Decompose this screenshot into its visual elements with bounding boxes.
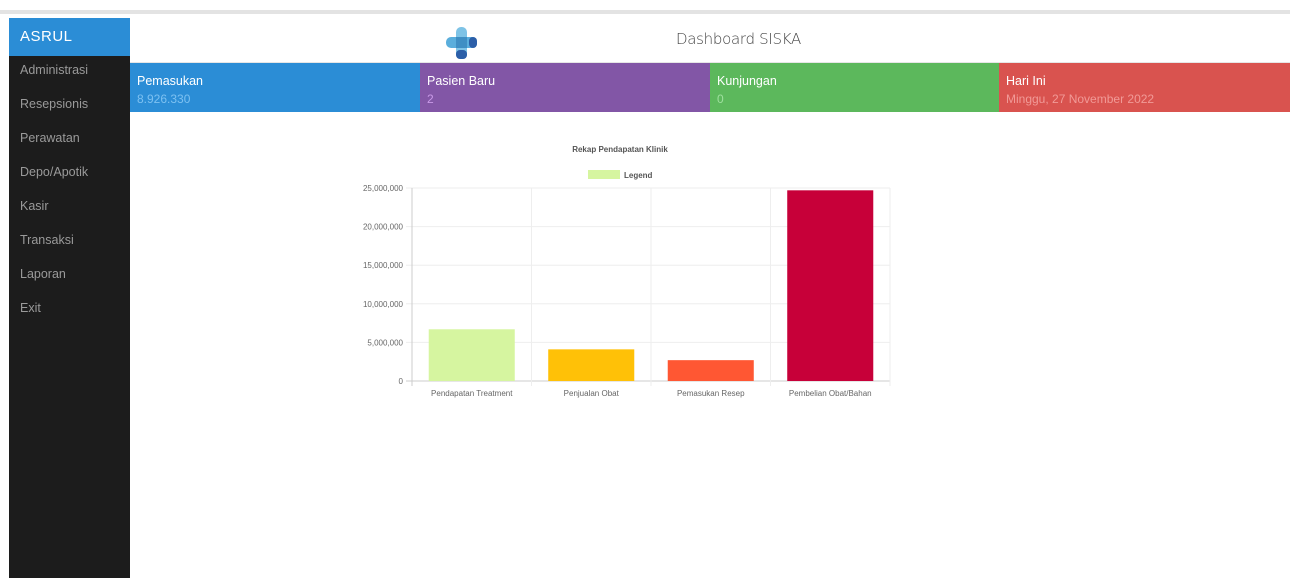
page-title: Dashboard SISKA (676, 30, 801, 48)
sidebar-item-resepsionis[interactable]: Resepsionis (9, 90, 130, 124)
stat-label: Pasien Baru (427, 74, 496, 88)
bar (787, 190, 874, 381)
stat-value: Minggu, 27 November 2022 (1006, 92, 1155, 106)
bar (548, 349, 635, 381)
sidebar-item-perawatan[interactable]: Perawatan (9, 124, 130, 158)
y-tick-label: 20,000,000 (363, 223, 404, 232)
y-tick-label: 10,000,000 (363, 300, 404, 309)
sidebar-item-depo-apotik[interactable]: Depo/Apotik (9, 158, 130, 192)
sidebar-item-transaksi[interactable]: Transaksi (9, 226, 130, 260)
sidebar-item-laporan[interactable]: Laporan (9, 260, 130, 294)
y-tick-label: 15,000,000 (363, 261, 404, 270)
y-tick-label: 0 (399, 377, 404, 386)
stat-value: 0 (717, 92, 724, 106)
x-tick-label: Pendapatan Treatment (431, 389, 513, 398)
x-tick-label: Penjualan Obat (564, 389, 620, 398)
legend-swatch (588, 170, 620, 179)
top-border (0, 0, 1290, 14)
sidebar-menu: Administrasi Resepsionis Perawatan Depo/… (9, 56, 130, 328)
sidebar-item-administrasi[interactable]: Administrasi (9, 56, 130, 90)
medical-cross-icon (446, 27, 477, 59)
sidebar: ASRUL Administrasi Resepsionis Perawatan… (9, 18, 130, 578)
bar (667, 360, 754, 381)
header: Dashboard SISKA (130, 18, 1290, 63)
chart-title: Rekap Pendapatan Klinik (572, 145, 668, 154)
x-tick-label: Pemasukan Resep (677, 389, 745, 398)
y-tick-label: 25,000,000 (363, 184, 404, 193)
legend-label: Legend (624, 171, 653, 180)
sidebar-item-kasir[interactable]: Kasir (9, 192, 130, 226)
x-tick-label: Pembelian Obat/Bahan (789, 389, 872, 398)
brand-title[interactable]: ASRUL (9, 18, 130, 56)
stat-pemasukan: Pemasukan 8.926.330 (130, 63, 420, 112)
stat-value: 2 (427, 92, 434, 106)
stat-value: 8.926.330 (137, 92, 191, 106)
stat-kunjungan: Kunjungan 0 (710, 63, 999, 112)
stats-bar: Pemasukan 8.926.330 Pasien Baru 2 Kunjun… (130, 63, 1290, 112)
stat-hari-ini: Hari Ini Minggu, 27 November 2022 (999, 63, 1290, 112)
sidebar-item-exit[interactable]: Exit (9, 294, 130, 328)
stat-pasien-baru: Pasien Baru 2 (420, 63, 710, 112)
stat-label: Kunjungan (717, 74, 777, 88)
revenue-bar-chart: Rekap Pendapatan Klinik Legend 0 5,000,000 1… (363, 145, 891, 398)
stat-label: Hari Ini (1006, 74, 1046, 88)
bar (428, 329, 515, 381)
stat-label: Pemasukan (137, 74, 204, 88)
y-tick-label: 5,000,000 (367, 338, 403, 347)
